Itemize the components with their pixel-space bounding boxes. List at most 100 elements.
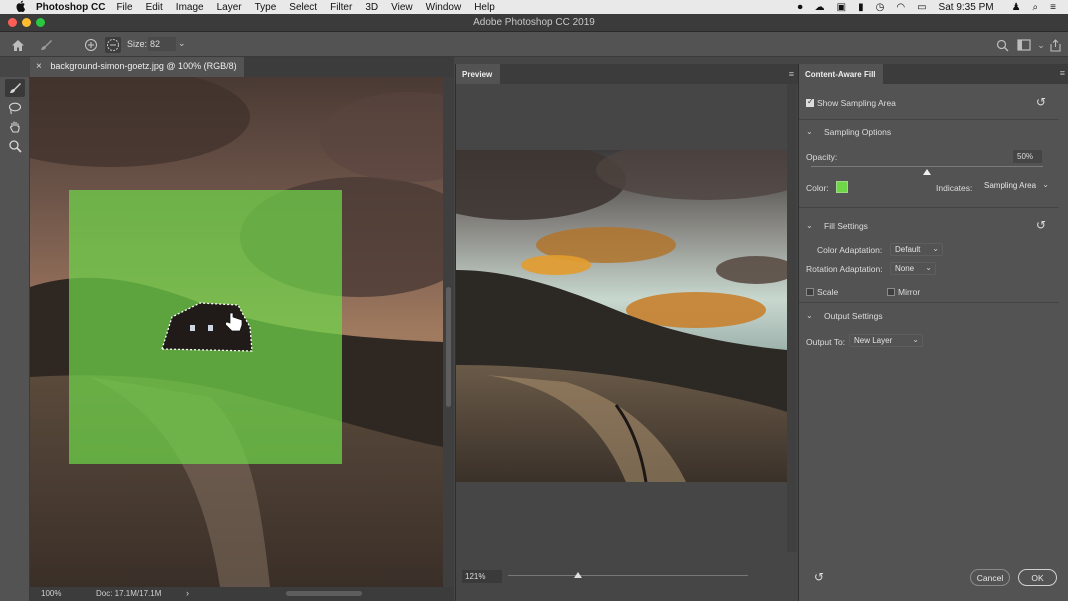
preview-zoom-slider[interactable] bbox=[508, 575, 748, 576]
preview-tab[interactable]: Preview bbox=[456, 64, 500, 84]
canvas-vertical-scrollbar[interactable] bbox=[443, 77, 454, 587]
color-adaptation-value: Default bbox=[895, 245, 921, 254]
show-sampling-area-label: Show Sampling Area bbox=[817, 98, 896, 108]
hand-tool-icon[interactable] bbox=[5, 118, 25, 136]
preview-header: Preview ≡ bbox=[456, 64, 798, 84]
menu-select[interactable]: Select bbox=[289, 2, 317, 13]
preview-panel-menu-icon[interactable]: ≡ bbox=[789, 69, 794, 79]
mirror-label: Mirror bbox=[898, 287, 921, 297]
time-machine-icon[interactable]: ◷ bbox=[876, 2, 885, 13]
menu-layer[interactable]: Layer bbox=[217, 2, 242, 13]
airplay-icon[interactable]: ▭ bbox=[917, 2, 926, 13]
share-icon[interactable] bbox=[1047, 37, 1063, 53]
sampling-brush-tool-icon[interactable] bbox=[5, 79, 25, 97]
preview-scrollbar[interactable] bbox=[787, 84, 797, 552]
mac-menu-bar: Photoshop CC File Edit Image Layer Type … bbox=[0, 0, 1068, 14]
caf-header: Content-Aware Fill ≡ bbox=[799, 64, 1068, 84]
scale-checkbox[interactable] bbox=[806, 288, 814, 296]
menu-view[interactable]: View bbox=[391, 2, 413, 13]
canvas-image bbox=[30, 77, 443, 587]
menu-type[interactable]: Type bbox=[255, 2, 277, 13]
menu-status-area: ⏺ ☁ ▣ ▮ ◷ ◠ ▭ Sat 9:35 PM ♟ ⌕ ≡ bbox=[798, 0, 1068, 14]
sampling-color-swatch[interactable] bbox=[836, 181, 848, 193]
rotation-adaptation-value: None bbox=[895, 264, 915, 273]
document-tab-title: background-simon-goetz.jpg @ 100% (RGB/8… bbox=[50, 61, 237, 71]
battery-icon[interactable]: ▮ bbox=[858, 2, 864, 13]
tools-panel bbox=[0, 77, 30, 601]
opacity-label: Opacity: bbox=[806, 152, 838, 162]
chevron-down-icon: ⌄ bbox=[925, 263, 932, 272]
output-to-dropdown[interactable]: New Layer ⌄ bbox=[849, 334, 923, 347]
output-to-value: New Layer bbox=[854, 336, 893, 345]
reset-sampling-icon[interactable]: ↺ bbox=[1034, 95, 1048, 109]
workspace-icon[interactable] bbox=[1016, 37, 1032, 53]
creative-cloud-icon[interactable]: ☁ bbox=[815, 2, 825, 13]
show-sampling-area-checkbox[interactable] bbox=[806, 97, 814, 107]
menu-filter[interactable]: Filter bbox=[330, 2, 352, 13]
chevron-down-icon: ⌄ bbox=[932, 244, 939, 253]
preview-zoom-field[interactable]: 121% bbox=[462, 570, 502, 583]
notification-center-icon[interactable]: ≡ bbox=[1050, 2, 1056, 13]
rotation-adaptation-dropdown[interactable]: None ⌄ bbox=[890, 262, 936, 275]
sampling-options-chevron-icon[interactable]: ⌄ bbox=[806, 127, 813, 136]
menu-app-name[interactable]: Photoshop CC bbox=[36, 2, 105, 13]
document-tab[interactable]: × background-simon-goetz.jpg @ 100% (RGB… bbox=[30, 57, 244, 77]
brush-preset-icon[interactable] bbox=[38, 37, 54, 53]
search-icon[interactable] bbox=[994, 37, 1010, 53]
document-canvas[interactable] bbox=[30, 77, 443, 587]
spotlight-search-icon[interactable]: ⌕ bbox=[1033, 2, 1039, 13]
caf-panel-menu-icon[interactable]: ≡ bbox=[1060, 68, 1065, 78]
preview-footer: 121% bbox=[456, 564, 798, 601]
color-label: Color: bbox=[806, 183, 829, 193]
fill-settings-chevron-icon[interactable]: ⌄ bbox=[806, 221, 813, 230]
close-tab-icon[interactable]: × bbox=[36, 61, 42, 72]
output-settings-chevron-icon[interactable]: ⌄ bbox=[806, 311, 813, 320]
menu-3d[interactable]: 3D bbox=[365, 2, 378, 13]
indicates-dropdown[interactable]: Sampling Area ⌄ bbox=[980, 180, 1052, 193]
menu-image[interactable]: Image bbox=[176, 2, 204, 13]
ok-button[interactable]: OK bbox=[1018, 569, 1057, 586]
apple-menu-icon[interactable] bbox=[12, 0, 30, 15]
caf-tab[interactable]: Content-Aware Fill bbox=[799, 64, 883, 84]
divider bbox=[799, 302, 1059, 303]
menu-window[interactable]: Window bbox=[426, 2, 462, 13]
output-settings-title[interactable]: Output Settings bbox=[824, 311, 883, 321]
menu-help[interactable]: Help bbox=[474, 2, 495, 13]
color-adaptation-dropdown[interactable]: Default ⌄ bbox=[890, 243, 943, 256]
zoom-tool-icon[interactable] bbox=[5, 137, 25, 155]
indicates-label: Indicates: bbox=[936, 183, 973, 193]
canvas-horizontal-scroll-thumb[interactable] bbox=[286, 591, 362, 596]
reset-all-icon[interactable]: ↺ bbox=[812, 570, 826, 584]
lasso-tool-icon[interactable] bbox=[5, 99, 25, 117]
rotation-adaptation-label: Rotation Adaptation: bbox=[806, 264, 883, 274]
sampling-options-title[interactable]: Sampling Options bbox=[824, 127, 891, 137]
window-title-bar: Adobe Photoshop CC 2019 bbox=[0, 14, 1068, 32]
color-adaptation-label: Color Adaptation: bbox=[817, 245, 883, 255]
menu-edit[interactable]: Edit bbox=[146, 2, 163, 13]
chevron-down-icon: ⌄ bbox=[912, 335, 919, 344]
chevron-down-icon: ⌄ bbox=[1042, 180, 1049, 189]
size-dropdown-chevron-icon[interactable]: ⌄ bbox=[178, 38, 186, 49]
status-info-menu-icon[interactable]: › bbox=[186, 588, 189, 598]
document-size-info: Doc: 17.1M/17.1M bbox=[96, 589, 162, 598]
document-zoom-level[interactable]: 100% bbox=[41, 589, 61, 598]
preview-zoom-slider-thumb[interactable] bbox=[573, 572, 582, 578]
opacity-slider[interactable] bbox=[811, 166, 1043, 167]
reset-fill-settings-icon[interactable]: ↺ bbox=[1034, 218, 1048, 232]
size-input[interactable]: 82 bbox=[148, 37, 176, 51]
subtract-from-sampling-icon[interactable] bbox=[105, 37, 121, 53]
menu-clock[interactable]: Sat 9:35 PM bbox=[939, 2, 994, 13]
opacity-input[interactable]: 50% bbox=[1013, 150, 1042, 163]
user-icon[interactable]: ♟ bbox=[1012, 2, 1021, 13]
add-to-sampling-icon[interactable] bbox=[83, 37, 99, 53]
mirror-checkbox[interactable] bbox=[887, 288, 895, 296]
cancel-button[interactable]: Cancel bbox=[970, 569, 1010, 586]
canvas-scroll-thumb[interactable] bbox=[446, 287, 451, 407]
screen-record-icon[interactable]: ⏺ bbox=[798, 2, 803, 13]
home-icon[interactable] bbox=[10, 37, 26, 53]
display-icon[interactable]: ▣ bbox=[837, 2, 846, 13]
menu-file[interactable]: File bbox=[116, 2, 132, 13]
opacity-slider-thumb[interactable] bbox=[923, 169, 931, 175]
wifi-icon[interactable]: ◠ bbox=[896, 2, 905, 13]
fill-settings-title[interactable]: Fill Settings bbox=[824, 221, 868, 231]
